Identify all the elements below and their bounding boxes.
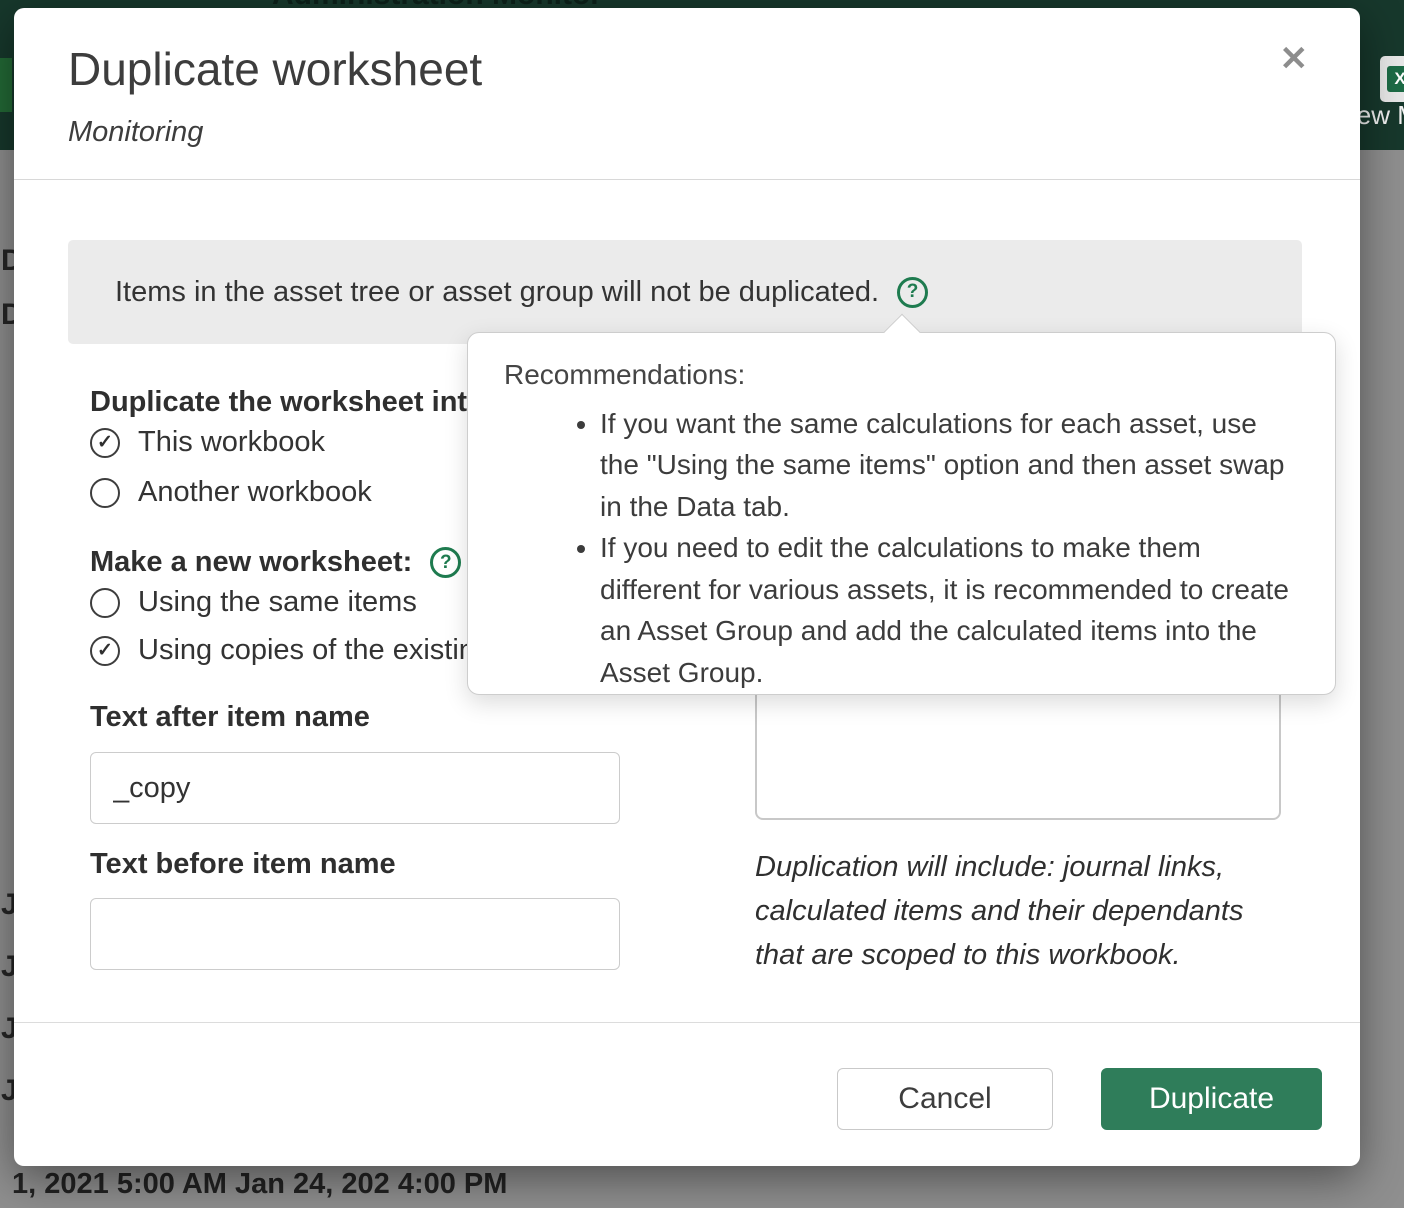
duplication-note: Duplication will include: journal links,…: [755, 845, 1245, 977]
radio-another-workbook[interactable]: Another workbook: [90, 476, 372, 509]
modal-title: Duplicate worksheet: [68, 42, 482, 96]
radio-another-workbook-label: Another workbook: [138, 476, 372, 509]
tooltip-bullet: If you need to edit the calculations to …: [600, 527, 1299, 693]
check-icon: ✓: [97, 641, 113, 660]
make-new-worksheet-label: Make a new worksheet: ?: [90, 546, 461, 579]
radio-unselected-icon: [90, 588, 120, 618]
text-after-label-text: Text after item name: [90, 701, 370, 734]
tooltip-heading: Recommendations:: [504, 359, 1299, 391]
text-before-label-text: Text before item name: [90, 848, 396, 881]
radio-same-items[interactable]: Using the same items: [90, 586, 417, 619]
recommendations-tooltip: Recommendations: If you want the same ca…: [467, 332, 1336, 695]
radio-selected-icon: ✓: [90, 636, 120, 666]
cancel-button[interactable]: Cancel: [837, 1068, 1053, 1130]
text-before-input[interactable]: [90, 898, 620, 970]
duplicate-worksheet-modal: Duplicate worksheet Monitoring ✕ Items i…: [14, 8, 1360, 1166]
duplicate-button[interactable]: Duplicate: [1101, 1068, 1322, 1130]
modal-subtitle: Monitoring: [68, 116, 203, 149]
radio-same-items-label: Using the same items: [138, 586, 417, 619]
nav-highlight: [0, 58, 12, 112]
radio-this-workbook[interactable]: ✓ This workbook: [90, 426, 325, 459]
text-before-label: Text before item name: [90, 848, 396, 881]
worksheet-help-icon[interactable]: ?: [430, 547, 461, 578]
text-after-label: Text after item name: [90, 701, 370, 734]
info-banner-text: Items in the asset tree or asset group w…: [115, 276, 879, 309]
radio-this-workbook-label: This workbook: [138, 426, 325, 459]
radio-unselected-icon: [90, 478, 120, 508]
excel-x-glyph: X: [1387, 66, 1404, 92]
check-icon: ✓: [97, 433, 113, 452]
info-banner: Items in the asset tree or asset group w…: [68, 240, 1302, 344]
duplicate-into-label-text: Duplicate the worksheet into:: [90, 386, 494, 419]
make-new-worksheet-label-text: Make a new worksheet:: [90, 546, 412, 579]
excel-export-icon: X: [1380, 56, 1404, 102]
tooltip-bullet-list: If you want the same calculations for ea…: [504, 403, 1299, 693]
footer-divider: [14, 1022, 1360, 1023]
tooltip-bullet: If you want the same calculations for ea…: [600, 403, 1299, 527]
close-icon[interactable]: ✕: [1280, 42, 1309, 76]
date-range-fragment: 1, 2021 5:00 AM Jan 24, 202 4:00 PM: [12, 1168, 592, 1201]
duplicate-into-label: Duplicate the worksheet into:: [90, 386, 494, 419]
banner-help-icon[interactable]: ?: [897, 277, 928, 308]
text-after-input[interactable]: [90, 752, 620, 824]
modal-header: Duplicate worksheet Monitoring ✕: [14, 8, 1360, 180]
radio-selected-icon: ✓: [90, 428, 120, 458]
